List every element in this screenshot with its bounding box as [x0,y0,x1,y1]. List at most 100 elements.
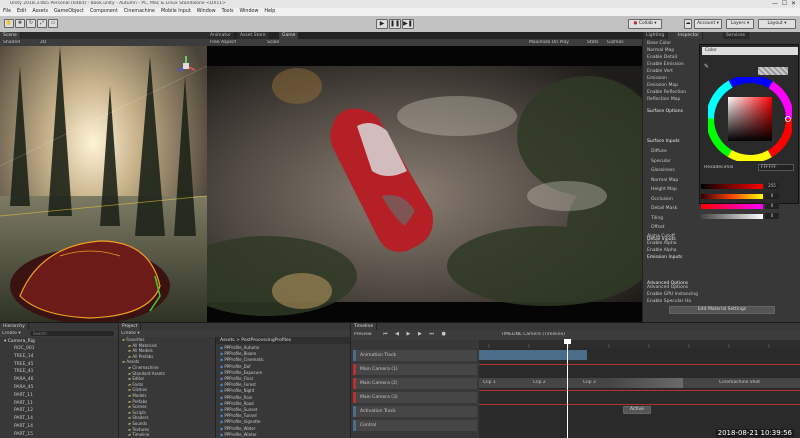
inspector-row[interactable]: Reflection Map [643,96,703,103]
shading-mode-dropdown[interactable]: Shaded [3,40,20,45]
account-button[interactable]: Account ▾ [694,19,722,29]
tab-game[interactable]: Game [279,32,300,39]
project-file-item[interactable]: ◆ PPProfile_Sunset [216,407,351,413]
project-file-item[interactable]: ◆ PPProfile_Road [216,401,351,407]
hex-input[interactable]: FFFFFF [758,164,794,171]
hierarchy-item[interactable]: PART_11 [0,392,118,399]
timeline-transport-icons[interactable]: ⏮ ◀ ▶ ▶ ⏭ ● [383,331,449,337]
green-slider[interactable] [701,194,763,199]
timeline-ruler[interactable] [479,340,800,348]
timeline-preview-toggle[interactable]: Preview [354,332,372,337]
color-name-field[interactable]: Color [702,47,798,55]
inspector-row[interactable]: Enable Reflection [643,89,703,96]
stats-toggle[interactable]: Stats [587,40,599,45]
menu-item[interactable]: Component [90,9,118,14]
project-file-item[interactable]: ◆ PPProfile_Autumn [216,345,351,351]
alpha-slider[interactable] [701,214,763,219]
hand-tool-icon[interactable]: ✋ [4,19,14,28]
hierarchy-item[interactable]: PARA_45 [0,384,118,391]
eyedropper-icon[interactable]: ✎ [704,63,709,70]
collab-button[interactable]: ● Collab ▾ [628,19,662,29]
hierarchy-item[interactable]: PART_14 [0,423,118,430]
menu-item[interactable]: Mobile Input [161,9,191,14]
scale-tool-icon[interactable]: ⤢ [37,19,47,28]
red-value[interactable]: 255 [765,183,779,189]
menu-item[interactable]: Help [264,9,275,14]
project-breadcrumb[interactable]: Assets > PostProcessingProfiles [216,337,351,344]
tab-animator[interactable]: Animator [207,32,235,39]
step-button[interactable]: ▶❚ [402,19,414,29]
project-file-item[interactable]: ◆ PPProfile_Night [216,388,351,394]
project-file-item[interactable]: ◆ PPProfile_Bloom [216,351,351,357]
move-tool-icon[interactable]: ✥ [15,19,25,28]
project-file-item[interactable]: ◆ PPProfile_Dof [216,364,351,370]
inspector-row[interactable]: Emission Map [643,82,703,89]
project-file-item[interactable]: ◆ PPProfile_Forest [216,382,351,388]
gizmos-dropdown[interactable]: Gizmos [607,40,624,45]
project-file-item[interactable]: ◆ PPProfile_Exposure [216,370,351,376]
scale-slider-label[interactable]: Scale [267,40,279,45]
2d-toggle[interactable]: 2D [40,40,46,45]
alpha-value[interactable]: 0 [765,213,779,219]
tab-lighting[interactable]: Lighting [643,32,669,39]
timeline-track[interactable]: Main Camera (3) [353,392,477,403]
clip-label-3[interactable]: Clip 3 [583,380,596,385]
blue-value[interactable]: 0 [765,203,779,209]
inspector-section-header[interactable]: Advanced Options [643,280,703,287]
blue-slider[interactable] [701,204,763,209]
menu-item[interactable]: Edit [17,9,26,14]
inspector-row[interactable]: Normal Map [643,47,703,54]
inspector-row[interactable]: Emission [643,75,703,82]
project-folder-item[interactable]: ▰ Timeline [119,432,215,438]
rect-tool-icon[interactable]: ▭ [48,19,58,28]
playhead-handle[interactable] [564,339,571,344]
tab-project[interactable]: Project [119,323,142,330]
hierarchy-search-input[interactable]: Search [30,331,114,336]
inspector-section-header[interactable]: Emission Inputs [643,254,703,261]
project-file-item[interactable]: ◆ PPProfile_Water [216,426,351,432]
inspector-row[interactable]: Enable Emission [643,61,703,68]
project-file-item[interactable]: ◆ PPProfile_Rain [216,395,351,401]
hierarchy-item[interactable]: PARA_46 [0,376,118,383]
timeline-track[interactable]: Main Camera (2) [353,378,477,389]
hierarchy-item[interactable]: TREE_41 [0,368,118,375]
aspect-dropdown[interactable]: Free Aspect [210,40,236,45]
tab-services[interactable]: Services [723,32,749,39]
rotate-tool-icon[interactable]: ↻ [26,19,36,28]
timeline-track[interactable]: Activation Track [353,406,477,417]
pause-button[interactable]: ❚❚ [389,19,401,29]
inspector-row[interactable]: Enable Detail [643,54,703,61]
menu-item[interactable]: Assets [32,9,48,14]
timeline-playhead[interactable] [567,340,568,438]
inspector-row[interactable]: Enable Specular Ha [643,298,703,305]
maximize-on-play-toggle[interactable]: Maximize On Play [529,40,569,45]
project-file-item[interactable]: ◆ PPProfile_Final [216,376,351,382]
clip-label-1[interactable]: Clip 1 [483,380,496,385]
red-slider[interactable] [701,184,763,189]
project-file-item[interactable]: ◆ PPProfile_Tunnel [216,413,351,419]
green-value[interactable]: 0 [765,193,779,199]
inspector-section-header[interactable]: Surface Inputs [643,138,703,145]
hierarchy-item[interactable]: PART_12 [0,407,118,414]
hierarchy-item[interactable]: ROC_001 [0,345,118,352]
menu-item[interactable]: GameObject [54,9,84,14]
project-create-dropdown[interactable]: Create ▾ [121,331,140,336]
inspector-section-header[interactable]: Surface Options [643,108,703,115]
menu-item[interactable]: Window [239,9,258,14]
inspector-row[interactable]: Base Color [643,40,703,47]
clip-label-end[interactable]: Cinemachine Shot [719,380,760,385]
menu-item[interactable]: Tools [222,9,234,14]
tab-inspector[interactable]: Inspector [675,32,703,39]
menu-item[interactable]: File [3,9,11,14]
timeline-track[interactable]: Main Camera (1) [353,364,477,375]
hierarchy-item[interactable]: PART_11 [0,400,118,407]
hierarchy-create-dropdown[interactable]: Create ▾ [2,331,21,336]
hierarchy-item[interactable]: PART_15 [0,431,118,438]
transform-tools[interactable]: ✋ ✥ ↻ ⤢ ▭ [4,19,58,28]
inspector-row[interactable]: Enable GPU Instancing [643,291,703,298]
color-wheel[interactable] [708,77,792,161]
hierarchy-item[interactable]: TREE_14 [0,353,118,360]
layers-dropdown[interactable]: Layers ▾ [726,19,754,29]
tab-timeline[interactable]: Timeline [351,323,378,330]
cloud-icon[interactable]: ☁ [684,19,692,29]
